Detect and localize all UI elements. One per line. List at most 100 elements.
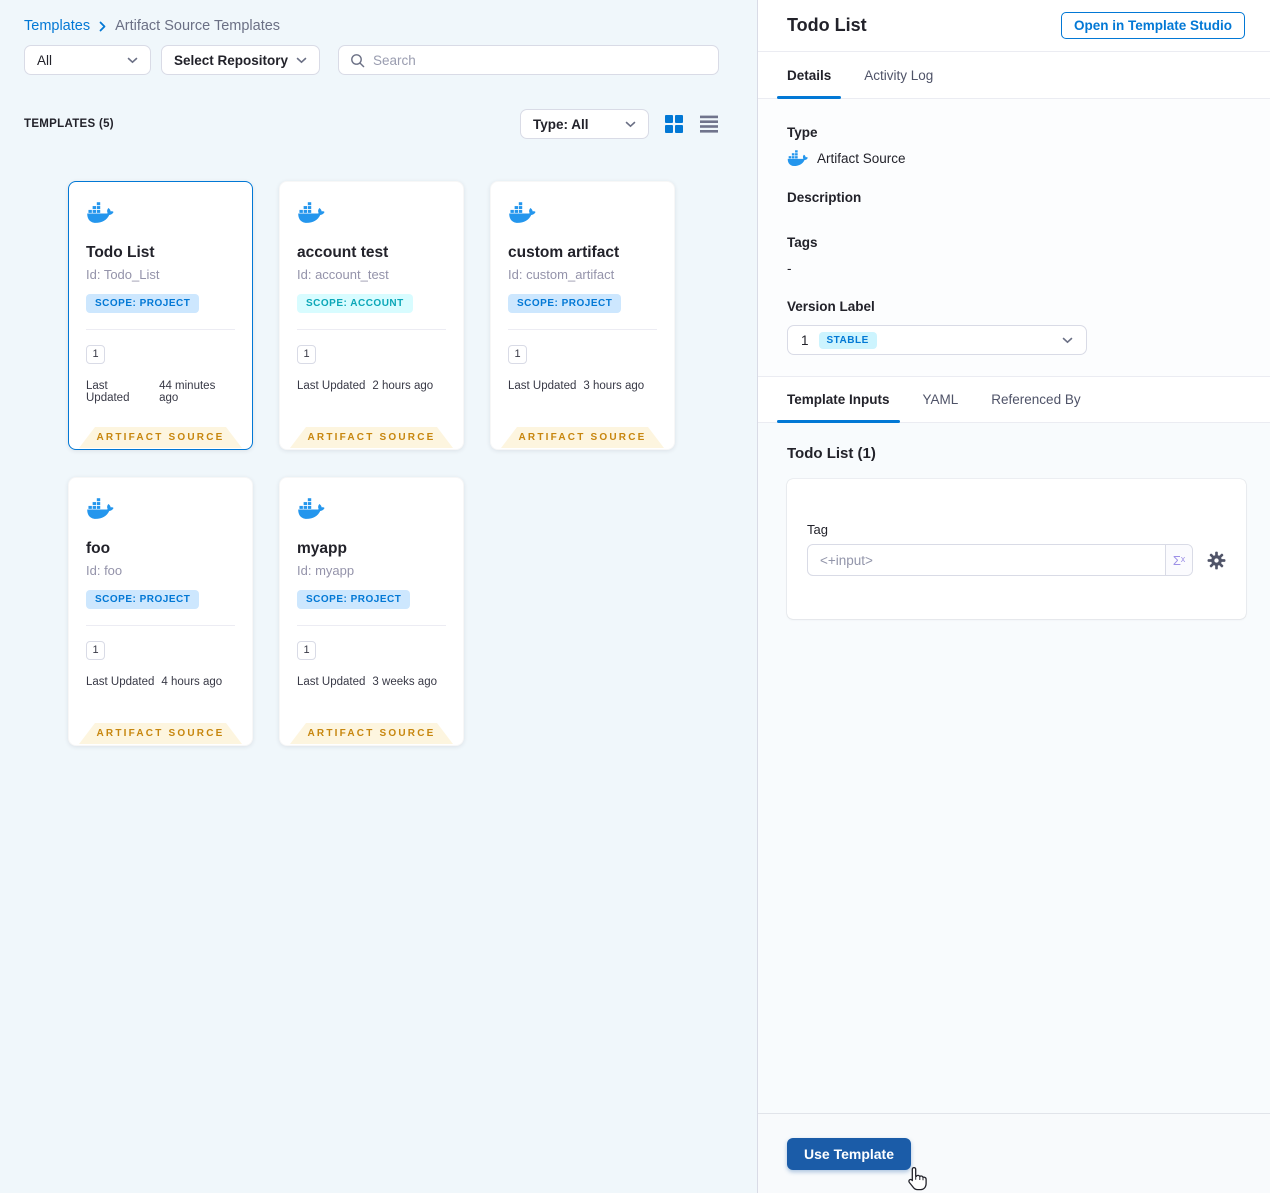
breadcrumb-chevron-right-icon bbox=[99, 21, 106, 31]
last-updated-label: Last Updated bbox=[86, 379, 130, 404]
search-icon bbox=[351, 53, 365, 67]
template-card[interactable]: myapp Id: myapp SCOPE: PROJECT 1 Last Up… bbox=[279, 477, 464, 746]
expression-toggle-button[interactable]: Σˣ bbox=[1165, 545, 1192, 575]
scope-badge: SCOPE: PROJECT bbox=[86, 294, 200, 313]
artifact-source-ribbon: ARTIFACT SOURCE bbox=[290, 427, 453, 448]
docker-icon bbox=[86, 202, 114, 228]
tab-template-inputs[interactable]: Template Inputs bbox=[777, 377, 899, 423]
templates-count: TEMPLATES (5) bbox=[24, 118, 114, 130]
panel-title: Todo List bbox=[787, 15, 867, 35]
type-label: Type bbox=[787, 125, 818, 140]
template-card[interactable]: Todo List Id: Todo_List SCOPE: PROJECT 1… bbox=[68, 181, 253, 450]
template-card-title: custom artifact bbox=[508, 244, 620, 261]
version-count-badge: 1 bbox=[297, 344, 316, 364]
chevron-down-icon bbox=[296, 57, 307, 63]
version-count-badge: 1 bbox=[86, 640, 105, 660]
repository-filter-value: Select Repository bbox=[174, 52, 289, 68]
version-count-badge: 1 bbox=[297, 640, 316, 660]
breadcrumb-current: Artifact Source Templates bbox=[115, 18, 281, 34]
use-template-button[interactable]: Use Template bbox=[787, 1137, 911, 1170]
open-in-template-studio-button[interactable]: Open in Template Studio bbox=[1060, 12, 1245, 39]
version-dropdown[interactable]: 1 STABLE bbox=[787, 325, 1087, 355]
last-updated-value: 3 hours ago bbox=[583, 379, 645, 392]
card-divider bbox=[508, 329, 657, 330]
grid-view-button[interactable] bbox=[664, 114, 684, 134]
type-filter-dropdown[interactable]: Type: All bbox=[520, 109, 649, 139]
tag-label: Tag bbox=[807, 522, 828, 537]
details-body: Type Artifact Source Description Tags - … bbox=[758, 99, 1270, 376]
app-root: Templates Artifact Source Templates All … bbox=[0, 0, 1270, 1193]
template-card-id: Id: myapp bbox=[297, 563, 355, 578]
tab-activity-log[interactable]: Activity Log bbox=[864, 52, 933, 98]
tab-referenced-by[interactable]: Referenced By bbox=[991, 377, 1080, 422]
scope-badge: SCOPE: PROJECT bbox=[508, 294, 622, 313]
template-card[interactable]: foo Id: foo SCOPE: PROJECT 1 Last Update… bbox=[68, 477, 253, 746]
repository-filter-dropdown[interactable]: Select Repository bbox=[161, 45, 320, 75]
breadcrumb-templates-link[interactable]: Templates bbox=[24, 18, 90, 34]
artifact-source-ribbon: ARTIFACT SOURCE bbox=[79, 723, 242, 744]
type-value: Artifact Source bbox=[817, 151, 906, 166]
inputs-tab-bar: Template Inputs YAML Referenced By bbox=[758, 376, 1270, 423]
version-label: Version Label bbox=[787, 299, 875, 314]
template-card[interactable]: account test Id: account_test SCOPE: ACC… bbox=[279, 181, 464, 450]
version-dropdown-value: 1 bbox=[801, 332, 809, 348]
card-divider bbox=[86, 329, 235, 330]
artifact-source-ribbon: ARTIFACT SOURCE bbox=[79, 427, 242, 448]
docker-icon bbox=[297, 202, 325, 228]
tab-details[interactable]: Details bbox=[776, 52, 842, 99]
template-grid: Todo List Id: Todo_List SCOPE: PROJECT 1… bbox=[68, 181, 719, 746]
tag-input-wrap: Σˣ bbox=[807, 544, 1193, 576]
list-view-button[interactable] bbox=[699, 115, 719, 133]
last-updated: Last Updated 4 hours ago bbox=[86, 676, 235, 688]
filters-row: All Select Repository bbox=[24, 45, 719, 75]
scope-filter-dropdown[interactable]: All bbox=[24, 45, 151, 75]
tab-yaml[interactable]: YAML bbox=[923, 377, 959, 422]
docker-icon bbox=[297, 498, 325, 524]
last-updated-label: Last Updated bbox=[297, 379, 366, 392]
last-updated-value: 44 minutes ago bbox=[159, 379, 216, 404]
last-updated: Last Updated 3 weeks ago bbox=[297, 676, 446, 688]
tags-label: Tags bbox=[787, 235, 818, 250]
search-input[interactable] bbox=[373, 52, 707, 68]
scope-badge: SCOPE: ACCOUNT bbox=[297, 294, 413, 313]
scope-filter-value: All bbox=[37, 52, 53, 68]
card-divider bbox=[297, 329, 446, 330]
template-details-panel: Todo List Open in Template Studio Detail… bbox=[757, 0, 1270, 1193]
template-card-title: myapp bbox=[297, 540, 347, 557]
last-updated: Last Updated 3 hours ago bbox=[508, 380, 657, 392]
search-box[interactable] bbox=[338, 45, 719, 75]
docker-icon bbox=[787, 150, 808, 167]
template-card-title: foo bbox=[86, 540, 111, 557]
template-inputs-section: Todo List (1) Tag Σˣ bbox=[758, 423, 1270, 1113]
card-divider bbox=[297, 625, 446, 626]
templates-list-header: TEMPLATES (5) Type: All bbox=[24, 109, 719, 139]
last-updated-value: 4 hours ago bbox=[161, 675, 223, 688]
last-updated: Last Updated 44 minutes ago bbox=[86, 380, 235, 404]
last-updated-label: Last Updated bbox=[297, 675, 366, 688]
actions-bar: Use Template bbox=[758, 1113, 1270, 1193]
template-card[interactable]: custom artifact Id: custom_artifact SCOP… bbox=[490, 181, 675, 450]
tag-input[interactable] bbox=[808, 545, 1165, 575]
template-card-id: Id: Todo_List bbox=[86, 267, 160, 282]
template-card-id: Id: custom_artifact bbox=[508, 267, 615, 282]
inputs-title: Todo List (1) bbox=[787, 445, 876, 462]
template-card-id: Id: account_test bbox=[297, 267, 389, 282]
description-label: Description bbox=[787, 190, 862, 205]
list-view-icon bbox=[700, 115, 718, 133]
docker-icon bbox=[86, 498, 114, 524]
last-updated-label: Last Updated bbox=[86, 675, 155, 688]
template-card-title: account test bbox=[297, 244, 389, 261]
chevron-down-icon bbox=[625, 121, 636, 127]
card-divider bbox=[86, 625, 235, 626]
settings-gear-icon[interactable] bbox=[1207, 551, 1226, 570]
artifact-source-ribbon: ARTIFACT SOURCE bbox=[290, 723, 453, 744]
scope-badge: SCOPE: PROJECT bbox=[297, 590, 411, 609]
artifact-source-ribbon: ARTIFACT SOURCE bbox=[501, 427, 664, 448]
version-count-badge: 1 bbox=[86, 344, 105, 364]
grid-view-icon bbox=[665, 115, 683, 133]
last-updated: Last Updated 2 hours ago bbox=[297, 380, 446, 392]
scope-badge: SCOPE: PROJECT bbox=[86, 590, 200, 609]
template-inputs-card: Tag Σˣ bbox=[787, 479, 1246, 619]
last-updated-label: Last Updated bbox=[508, 379, 577, 392]
docker-icon bbox=[508, 202, 536, 228]
